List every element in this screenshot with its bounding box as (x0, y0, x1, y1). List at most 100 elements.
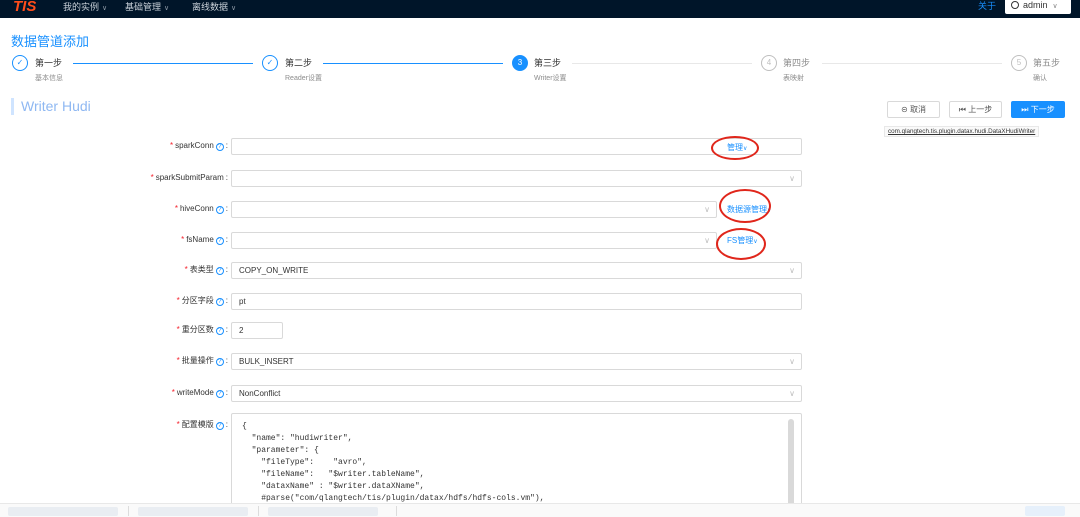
step-desc: Writer设置 (534, 75, 567, 82)
label-partition-field: * 分区字段?: (176, 296, 228, 306)
partition-field-input[interactable]: pt (231, 293, 802, 310)
nav-label: 离线数据 (192, 2, 229, 12)
write-mode-select[interactable]: NonConflict ∨ (231, 385, 802, 402)
question-icon: ? (215, 206, 224, 214)
about-link[interactable]: 关于 (978, 0, 996, 12)
step-title: 第一步 (35, 58, 63, 68)
cancel-label: 取消 (909, 105, 926, 114)
step-title: 第四步 (783, 58, 811, 68)
prev-step-button[interactable]: ⏮ 上一步 (949, 101, 1002, 118)
top-navbar: TIS 我的实例 ∨ 基础管理 ∨ 离线数据 ∨ 关于 admin ∨ (0, 0, 1080, 18)
step-desc: 表映射 (783, 75, 804, 82)
chevron-down-icon: ∨ (789, 389, 795, 398)
cancel-button[interactable]: ⊝ 取消 (887, 101, 940, 118)
step-number: 4 (761, 55, 777, 71)
code-line: #parse("com/qlangtech/tis/plugin/datax/h… (242, 494, 545, 503)
label-write-mode: * writeMode?: (171, 388, 228, 398)
bottom-item[interactable] (8, 507, 118, 516)
step-backward-icon: ⏮ (958, 105, 969, 114)
chevron-down-icon: ∨ (164, 5, 170, 12)
hiveconn-select[interactable]: ∨ (231, 201, 717, 218)
step-title: 第二步 (285, 58, 313, 68)
label-sparksubmitparam: * sparkSubmitParam: (150, 173, 228, 182)
step-desc: 确认 (1033, 75, 1047, 82)
chevron-down-icon: ∨ (789, 357, 795, 366)
question-icon: ? (215, 143, 224, 151)
nav-offline-data[interactable]: 离线数据 ∨ (192, 0, 236, 18)
step-desc: Reader设置 (285, 75, 322, 82)
steps-progress: ✓ 第一步 基本信息 ✓ 第二步 Reader设置 3 第三步 Writer设置… (0, 52, 1080, 86)
chevron-down-icon: ∨ (102, 5, 108, 12)
question-icon: ? (215, 358, 224, 366)
template-editor[interactable]: { "name": "hudiwriter", "parameter": { "… (231, 413, 802, 517)
question-icon: ? (215, 390, 224, 398)
user-menu[interactable]: admin ∨ (1005, 0, 1071, 14)
divider (396, 506, 397, 516)
editor-scrollbar[interactable] (788, 419, 794, 515)
code-line: "fileType": "avro", (242, 458, 367, 467)
question-icon: ? (215, 267, 224, 275)
next-label: 下一步 (1030, 105, 1055, 114)
nav-basic-management[interactable]: 基础管理 ∨ (125, 0, 169, 18)
plugin-class-link[interactable]: com.qlangtech.tis.plugin.datax.hudi.Data… (884, 126, 1040, 137)
fsname-select[interactable]: ∨ (231, 232, 717, 249)
batch-op-select[interactable]: BULK_INSERT ∨ (231, 353, 802, 370)
step-connector (822, 63, 1002, 64)
step-title: 第五步 (1033, 58, 1061, 68)
step-connector (572, 63, 752, 64)
label-fsname: * fsName?: (181, 235, 228, 245)
code-line: "fileName": "$writer.tableName", (242, 470, 425, 479)
nav-label: 我的实例 (63, 2, 100, 12)
step-number: 3 (512, 55, 528, 71)
code-line: "parameter": { (242, 446, 319, 455)
label-batch-op: * 批量操作?: (176, 356, 228, 366)
chevron-down-icon: ∨ (231, 5, 237, 12)
question-icon: ? (215, 298, 224, 306)
divider (258, 506, 259, 516)
page-title: 数据管道添加 (11, 34, 90, 49)
question-icon: ? (215, 422, 224, 430)
highlight-circle (716, 228, 766, 260)
sparksubmitparam-select[interactable]: ∨ (231, 170, 802, 187)
label-table-type: * 表类型?: (184, 265, 228, 275)
label-hiveconn: * hiveConn?: (174, 204, 228, 214)
step-title: 第三步 (534, 58, 562, 68)
app-logo[interactable]: TIS (12, 0, 36, 15)
code-line: "dataxName" : "$writer.dataXName", (242, 482, 425, 491)
chevron-down-icon: ∨ (704, 205, 710, 214)
bottom-item[interactable] (268, 507, 378, 516)
check-icon: ✓ (262, 55, 278, 71)
nav-label: 基础管理 (125, 2, 162, 12)
chevron-down-icon: ∨ (1052, 3, 1058, 10)
step-connector (73, 63, 253, 64)
chevron-down-icon: ∨ (789, 174, 795, 183)
nav-my-instances[interactable]: 我的实例 ∨ (63, 0, 107, 18)
question-icon: ? (215, 327, 224, 335)
check-icon: ✓ (12, 55, 28, 71)
table-type-select[interactable]: COPY_ON_WRITE ∨ (231, 262, 802, 279)
bottom-button[interactable] (1025, 506, 1065, 516)
step-desc: 基本信息 (35, 75, 63, 82)
code-line: "name": "hudiwriter", (242, 434, 353, 443)
bottom-bar (0, 503, 1080, 517)
chevron-down-icon: ∨ (704, 236, 710, 245)
logo-text: TIS (13, 0, 36, 14)
step-connector (323, 63, 503, 64)
user-icon (1011, 1, 1019, 9)
section-accent (11, 98, 14, 115)
question-icon: ? (215, 237, 224, 245)
cancel-icon: ⊝ (901, 105, 910, 114)
chevron-down-icon: ∨ (789, 266, 795, 275)
step-forward-icon: ⏭ (1021, 105, 1031, 114)
label-sparkconn: * sparkConn?: (169, 141, 228, 151)
shuffle-parallelism-input[interactable]: 2 (231, 322, 283, 339)
step-number: 5 (1011, 55, 1027, 71)
code-line: { (242, 422, 247, 431)
label-template: * 配置模版?: (176, 420, 228, 430)
section-title: Writer Hudi (21, 98, 91, 114)
label-shuffle-parallelism: * 重分区数?: (176, 325, 228, 335)
bottom-item[interactable] (138, 507, 248, 516)
highlight-circle (719, 189, 771, 223)
next-step-button[interactable]: ⏭ 下一步 (1011, 101, 1065, 118)
username: admin (1023, 0, 1048, 10)
